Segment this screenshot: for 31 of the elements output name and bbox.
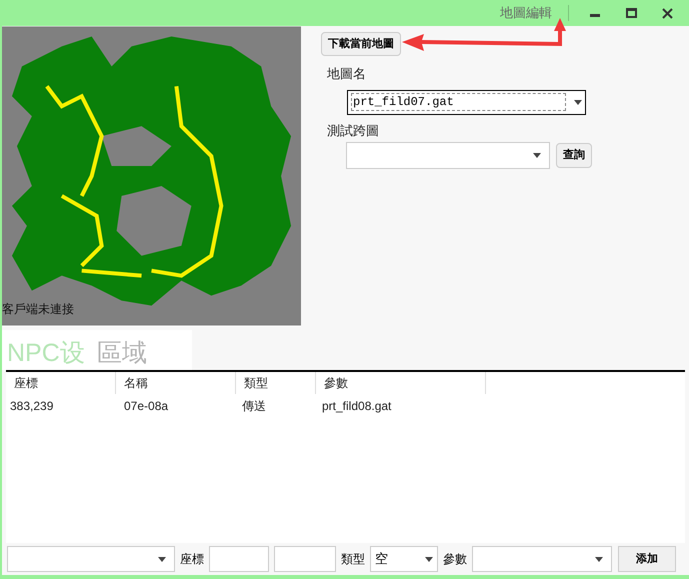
close-icon	[662, 8, 672, 18]
type-label: 類型	[341, 551, 365, 568]
type-dropdown[interactable]: 空	[370, 546, 438, 572]
dropdown-caret-icon	[425, 556, 433, 562]
column-header: 名稱	[116, 372, 236, 394]
window-title: 地圖編輯	[500, 4, 552, 22]
coord-x-field[interactable]	[209, 546, 269, 572]
column-header: 參數	[316, 372, 486, 394]
column-header: 座標	[6, 372, 116, 394]
table-cell-text: 傳送	[241, 398, 267, 415]
table-cell-text: 07e-08a	[123, 398, 170, 415]
npc-dropdown[interactable]	[7, 546, 175, 572]
table-cell-text: 383,239	[9, 398, 54, 415]
map-name-label: 地圖名	[327, 65, 367, 83]
query-button[interactable]: 查詢	[556, 143, 592, 168]
coord-label: 座標	[180, 551, 204, 568]
download-map-button[interactable]: 下載當前地圖	[321, 32, 401, 56]
map-name-dropdown[interactable]: prt_fild07.gat	[347, 90, 586, 114]
connection-status: 客戶端未連接	[2, 301, 74, 318]
test-map-dropdown[interactable]	[346, 142, 550, 169]
param-dropdown[interactable]	[472, 546, 612, 572]
table-cell-text: prt_fild08.gat	[321, 398, 392, 415]
column-header: 類型	[236, 372, 316, 394]
test-map-label: 測試跨圖	[327, 122, 380, 140]
add-button[interactable]: 添加	[618, 546, 676, 572]
coord-y-field[interactable]	[274, 546, 336, 572]
dropdown-caret-icon	[158, 556, 166, 562]
dropdown-caret-icon	[595, 556, 603, 562]
dropdown-caret-icon	[574, 100, 582, 104]
dropdown-caret-icon	[533, 153, 541, 158]
param-label: 參數	[443, 551, 467, 568]
